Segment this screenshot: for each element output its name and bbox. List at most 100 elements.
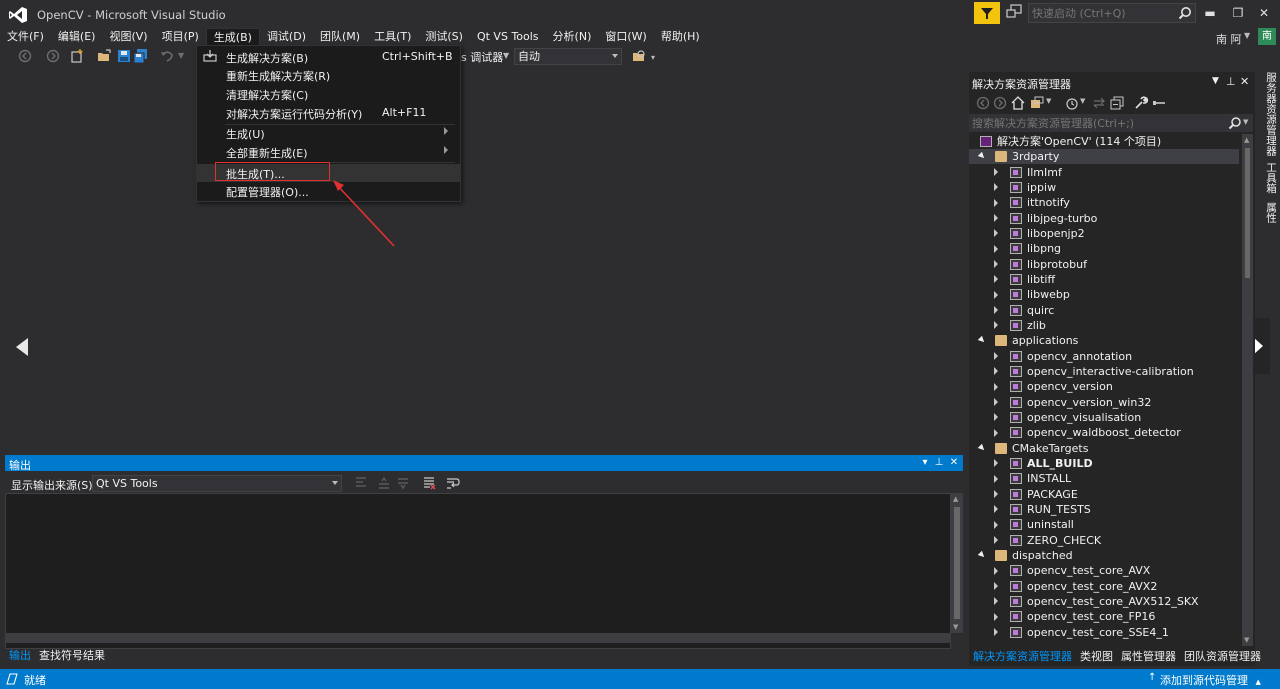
menu-build-solution[interactable]: 生成解决方案(B) Ctrl+Shift+B: [197, 48, 460, 66]
navigate-forward-icon[interactable]: [46, 49, 60, 63]
collapse-all-icon[interactable]: [1110, 96, 1124, 110]
collapsed-arrow-icon[interactable]: [994, 505, 998, 514]
close-icon[interactable]: ✕: [1240, 75, 1249, 88]
output-text-area[interactable]: [5, 493, 951, 649]
collapsed-arrow-icon[interactable]: [994, 459, 998, 468]
tree-project[interactable]: opencv_version: [969, 379, 1239, 394]
menu-team[interactable]: 团队(M): [313, 28, 367, 46]
tree-project[interactable]: libopenjp2: [969, 226, 1239, 241]
sync-icon[interactable]: [1092, 96, 1106, 110]
menu-tools[interactable]: 工具(T): [367, 28, 418, 46]
back-icon[interactable]: [976, 96, 990, 110]
collapsed-arrow-icon[interactable]: [994, 413, 998, 422]
tree-project[interactable]: ZERO_CHECK: [969, 533, 1239, 548]
menu-debug[interactable]: 调试(D): [260, 28, 313, 46]
tree-project[interactable]: libtiff: [969, 272, 1239, 287]
tree-project[interactable]: opencv_version_win32: [969, 395, 1239, 410]
open-file-icon[interactable]: [97, 49, 111, 63]
panel-options-icon[interactable]: ▼: [1212, 76, 1219, 86]
output-vertical-scrollbar[interactable]: ▲ ▼: [951, 493, 963, 633]
tab-server-explorer[interactable]: 服务器资源管理器: [1260, 72, 1277, 156]
user-avatar[interactable]: 南: [1258, 28, 1276, 45]
tree-project[interactable]: opencv_test_core_AVX512_SKX: [969, 594, 1239, 609]
collapsed-arrow-icon[interactable]: [994, 597, 998, 606]
tree-project[interactable]: zlib: [969, 318, 1239, 333]
tree-project[interactable]: libpng: [969, 241, 1239, 256]
notifications-flag-icon[interactable]: [974, 2, 1000, 24]
tree-folder[interactable]: 3rdparty: [969, 149, 1239, 165]
menu-build-project[interactable]: 生成(U): [197, 124, 460, 142]
undo-icon[interactable]: [160, 49, 174, 63]
switch-views-icon[interactable]: [1030, 96, 1044, 110]
collapsed-arrow-icon[interactable]: [994, 536, 998, 545]
close-icon[interactable]: ✕: [948, 456, 960, 470]
menu-window[interactable]: 窗口(W): [598, 28, 653, 46]
collapsed-arrow-icon[interactable]: [994, 198, 998, 207]
tree-project[interactable]: INSTALL: [969, 471, 1239, 486]
collapsed-arrow-icon[interactable]: [994, 229, 998, 238]
find-in-files-icon[interactable]: [632, 49, 646, 63]
collapsed-arrow-icon[interactable]: [994, 352, 998, 361]
add-to-source-control-button[interactable]: 添加到源代码管理 ▲: [1160, 672, 1261, 688]
collapsed-arrow-icon[interactable]: [994, 566, 998, 575]
save-all-icon[interactable]: [134, 49, 148, 63]
tree-project[interactable]: ittnotify: [969, 195, 1239, 210]
chevron-down-icon[interactable]: ▼: [1243, 118, 1248, 126]
scrollbar-thumb[interactable]: [954, 507, 960, 619]
expanded-arrow-icon[interactable]: [977, 443, 987, 452]
search-icon[interactable]: [1178, 6, 1192, 20]
toolbar-overflow-icon[interactable]: ▾: [651, 53, 655, 62]
tab-properties[interactable]: 属性: [1260, 202, 1277, 223]
tab-find-symbol-results[interactable]: 查找符号结果: [35, 648, 109, 664]
menu-run-code-analysis[interactable]: 对解决方案运行代码分析(Y) Alt+F11: [197, 104, 460, 122]
collapsed-arrow-icon[interactable]: [994, 474, 998, 483]
menu-build[interactable]: 生成(B): [205, 28, 260, 46]
collapsed-arrow-icon[interactable]: [994, 612, 998, 621]
home-icon[interactable]: [1011, 96, 1025, 110]
scrollbar-thumb[interactable]: [1245, 148, 1250, 278]
tree-project[interactable]: libjpeg-turbo: [969, 211, 1239, 226]
close-window-button[interactable]: ✕: [1254, 5, 1274, 21]
tree-folder[interactable]: applications: [969, 333, 1239, 348]
properties-wrench-icon[interactable]: [1134, 96, 1148, 110]
menu-rebuild-all[interactable]: 全部重新生成(E): [197, 143, 460, 161]
user-account-name[interactable]: 南 阿: [1216, 31, 1242, 47]
configuration-combo[interactable]: 自动: [514, 48, 622, 65]
tab-property-manager[interactable]: 属性管理器: [1117, 648, 1180, 666]
chevron-down-icon[interactable]: ▼: [503, 51, 509, 60]
scroll-down-icon[interactable]: ▼: [953, 623, 958, 631]
find-message-icon[interactable]: [354, 476, 368, 490]
collapsed-arrow-icon[interactable]: [994, 321, 998, 330]
menu-clean-solution[interactable]: 清理解决方案(C): [197, 85, 460, 103]
collapsed-arrow-icon[interactable]: [994, 520, 998, 529]
tree-project[interactable]: opencv_test_core_AVX2: [969, 579, 1239, 594]
chevron-down-icon[interactable]: ▼: [1080, 97, 1085, 105]
collapsed-arrow-icon[interactable]: [994, 244, 998, 253]
menu-rebuild-solution[interactable]: 重新生成解决方案(R): [197, 66, 460, 84]
tree-project[interactable]: opencv_test_core_SSE4_1: [969, 625, 1239, 640]
menu-help[interactable]: 帮助(H): [654, 28, 707, 46]
tree-project[interactable]: opencv_visualisation: [969, 410, 1239, 425]
tree-project[interactable]: ALL_BUILD: [969, 456, 1239, 471]
search-icon[interactable]: [1228, 116, 1242, 130]
collapsed-arrow-icon[interactable]: [994, 398, 998, 407]
expanded-arrow-icon[interactable]: [977, 336, 987, 345]
tree-project[interactable]: IlmImf: [969, 165, 1239, 180]
quick-launch-box[interactable]: [1028, 3, 1196, 23]
output-source-combo[interactable]: Qt VS Tools: [92, 475, 342, 492]
word-wrap-icon[interactable]: [446, 476, 460, 490]
collapsed-arrow-icon[interactable]: [994, 382, 998, 391]
solution-tree-scrollbar[interactable]: ▲ ▼: [1242, 134, 1253, 646]
tab-toolbox[interactable]: 工具箱: [1260, 162, 1277, 194]
pin-icon[interactable]: ⊥: [1226, 75, 1236, 88]
tree-project[interactable]: RUN_TESTS: [969, 502, 1239, 517]
tree-project[interactable]: opencv_annotation: [969, 349, 1239, 364]
collapsed-arrow-icon[interactable]: [994, 290, 998, 299]
menu-analyze[interactable]: 分析(N): [546, 28, 599, 46]
tree-project[interactable]: PACKAGE: [969, 487, 1239, 502]
tree-project[interactable]: quirc: [969, 303, 1239, 318]
pin-icon[interactable]: ⊥: [933, 456, 945, 470]
tree-project[interactable]: uninstall: [969, 517, 1239, 532]
clear-all-icon[interactable]: [422, 476, 436, 490]
collapsed-arrow-icon[interactable]: [994, 628, 998, 637]
